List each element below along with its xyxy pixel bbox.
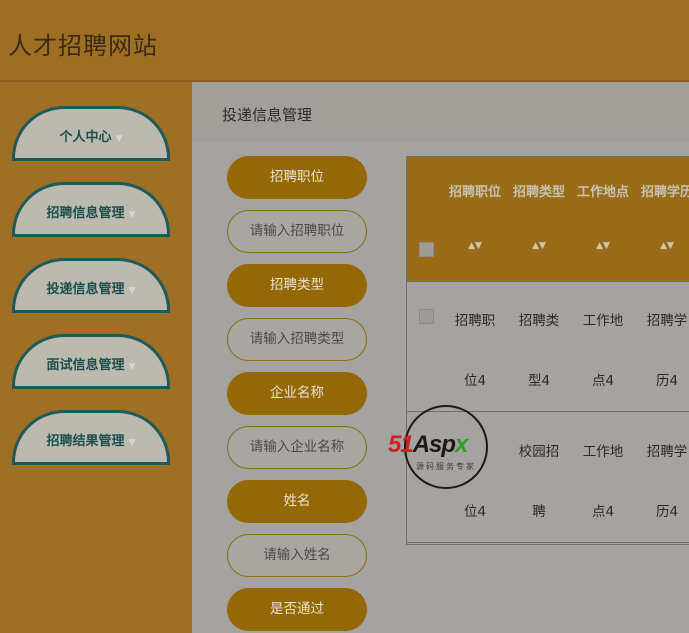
column-header-job-position[interactable]: 招聘职位 [443, 181, 507, 200]
table-cell: 型4 [527, 373, 551, 389]
column-header-job-type[interactable]: 招聘类型 [507, 181, 571, 200]
nav-item-underline [12, 234, 170, 237]
filter-label-job-position: 招聘职位 [227, 156, 367, 199]
sidebar-item-label: 投递信息管理 [46, 282, 125, 297]
table-cell: 招聘学 [646, 313, 688, 329]
sort-icon[interactable]: ▲▼ [443, 242, 507, 251]
sidebar-item-label: 个人中心 [59, 130, 112, 145]
filter-label-company-name: 企业名称 [227, 372, 367, 415]
sidebar-item-application-management[interactable]: 投递信息管理 ▼ [12, 258, 170, 313]
column-header-work-location[interactable]: 工作地点 [571, 181, 635, 200]
filter-label-name: 姓名 [227, 480, 367, 523]
watermark-logo: 51Aspx 源码服务专家 [386, 405, 516, 493]
table-cell: 招聘学 [646, 444, 688, 460]
table-header: 招聘职位 招聘类型 工作地点 招聘学历 ▲▼ ▲▼ ▲▼ ▲▼ [407, 157, 689, 282]
sidebar-item-personal-center[interactable]: 个人中心 ▼ [12, 106, 170, 161]
company-name-input[interactable]: 请输入企业名称 [227, 426, 367, 469]
chevron-down-icon: ▼ [128, 362, 136, 372]
sort-icon[interactable]: ▲▼ [571, 242, 635, 251]
chevron-down-icon: ▼ [128, 210, 136, 220]
sidebar-item-recruitment-result-management[interactable]: 招聘结果管理 ▼ [12, 410, 170, 465]
table-cell: 招聘类 [518, 313, 560, 329]
name-input[interactable]: 请输入姓名 [227, 534, 367, 577]
watermark-subtitle: 源码服务专家 [416, 462, 476, 471]
sidebar-item-job-posting-management[interactable]: 招聘信息管理 ▼ [12, 182, 170, 237]
page-title: 投递信息管理 [222, 106, 313, 124]
table-cell: 点4 [591, 504, 615, 520]
chevron-down-icon: ▼ [128, 438, 136, 448]
table-cell: 位4 [463, 373, 487, 389]
table-cell: 聘 [532, 504, 546, 520]
sidebar-item-interview-management[interactable]: 面试信息管理 ▼ [12, 334, 170, 389]
sidebar: 个人中心 ▼ 招聘信息管理 ▼ 投递信息管理 ▼ 面试信息管理 ▼ 招聘结果管理 ▼ [0, 82, 192, 633]
sidebar-item-label: 招聘结果管理 [46, 434, 125, 449]
nav-item-underline [12, 462, 170, 465]
watermark-logo-text: 51Aspx [388, 431, 468, 458]
main-header: 投递信息管理 [192, 82, 689, 142]
job-position-input[interactable]: 请输入招聘职位 [227, 210, 367, 253]
table-row: 招聘职 招聘类 工作地 招聘学 位4 型4 点4 历4 [407, 281, 689, 412]
nav-item-underline [12, 310, 170, 313]
table-cell: 工作地 [582, 313, 624, 329]
table-cell: 校园招 [518, 444, 560, 460]
row-checkbox[interactable] [419, 309, 434, 324]
table-cell: 位4 [463, 504, 487, 520]
chevron-down-icon: ▼ [115, 134, 123, 144]
table-cell: 招聘职 [454, 313, 496, 329]
table-cell: 历4 [655, 504, 679, 520]
column-header-education[interactable]: 招聘学历 [635, 181, 689, 200]
sidebar-item-label: 招聘信息管理 [46, 206, 125, 221]
select-all-checkbox[interactable] [419, 242, 434, 257]
table-cell: 点4 [591, 373, 615, 389]
table-cell: 历4 [655, 373, 679, 389]
site-title: 人才招聘网站 [8, 32, 158, 60]
job-type-input[interactable]: 请输入招聘类型 [227, 318, 367, 361]
sort-icon[interactable]: ▲▼ [635, 242, 689, 251]
sort-icon[interactable]: ▲▼ [507, 242, 571, 251]
sidebar-item-label: 面试信息管理 [46, 358, 125, 373]
filter-label-passed: 是否通过 [227, 588, 367, 631]
table-cell: 工作地 [582, 444, 624, 460]
nav-item-underline [12, 386, 170, 389]
filter-label-job-type: 招聘类型 [227, 264, 367, 307]
nav-item-underline [12, 158, 170, 161]
top-header: 人才招聘网站 [0, 0, 689, 82]
chevron-down-icon: ▼ [128, 286, 136, 296]
